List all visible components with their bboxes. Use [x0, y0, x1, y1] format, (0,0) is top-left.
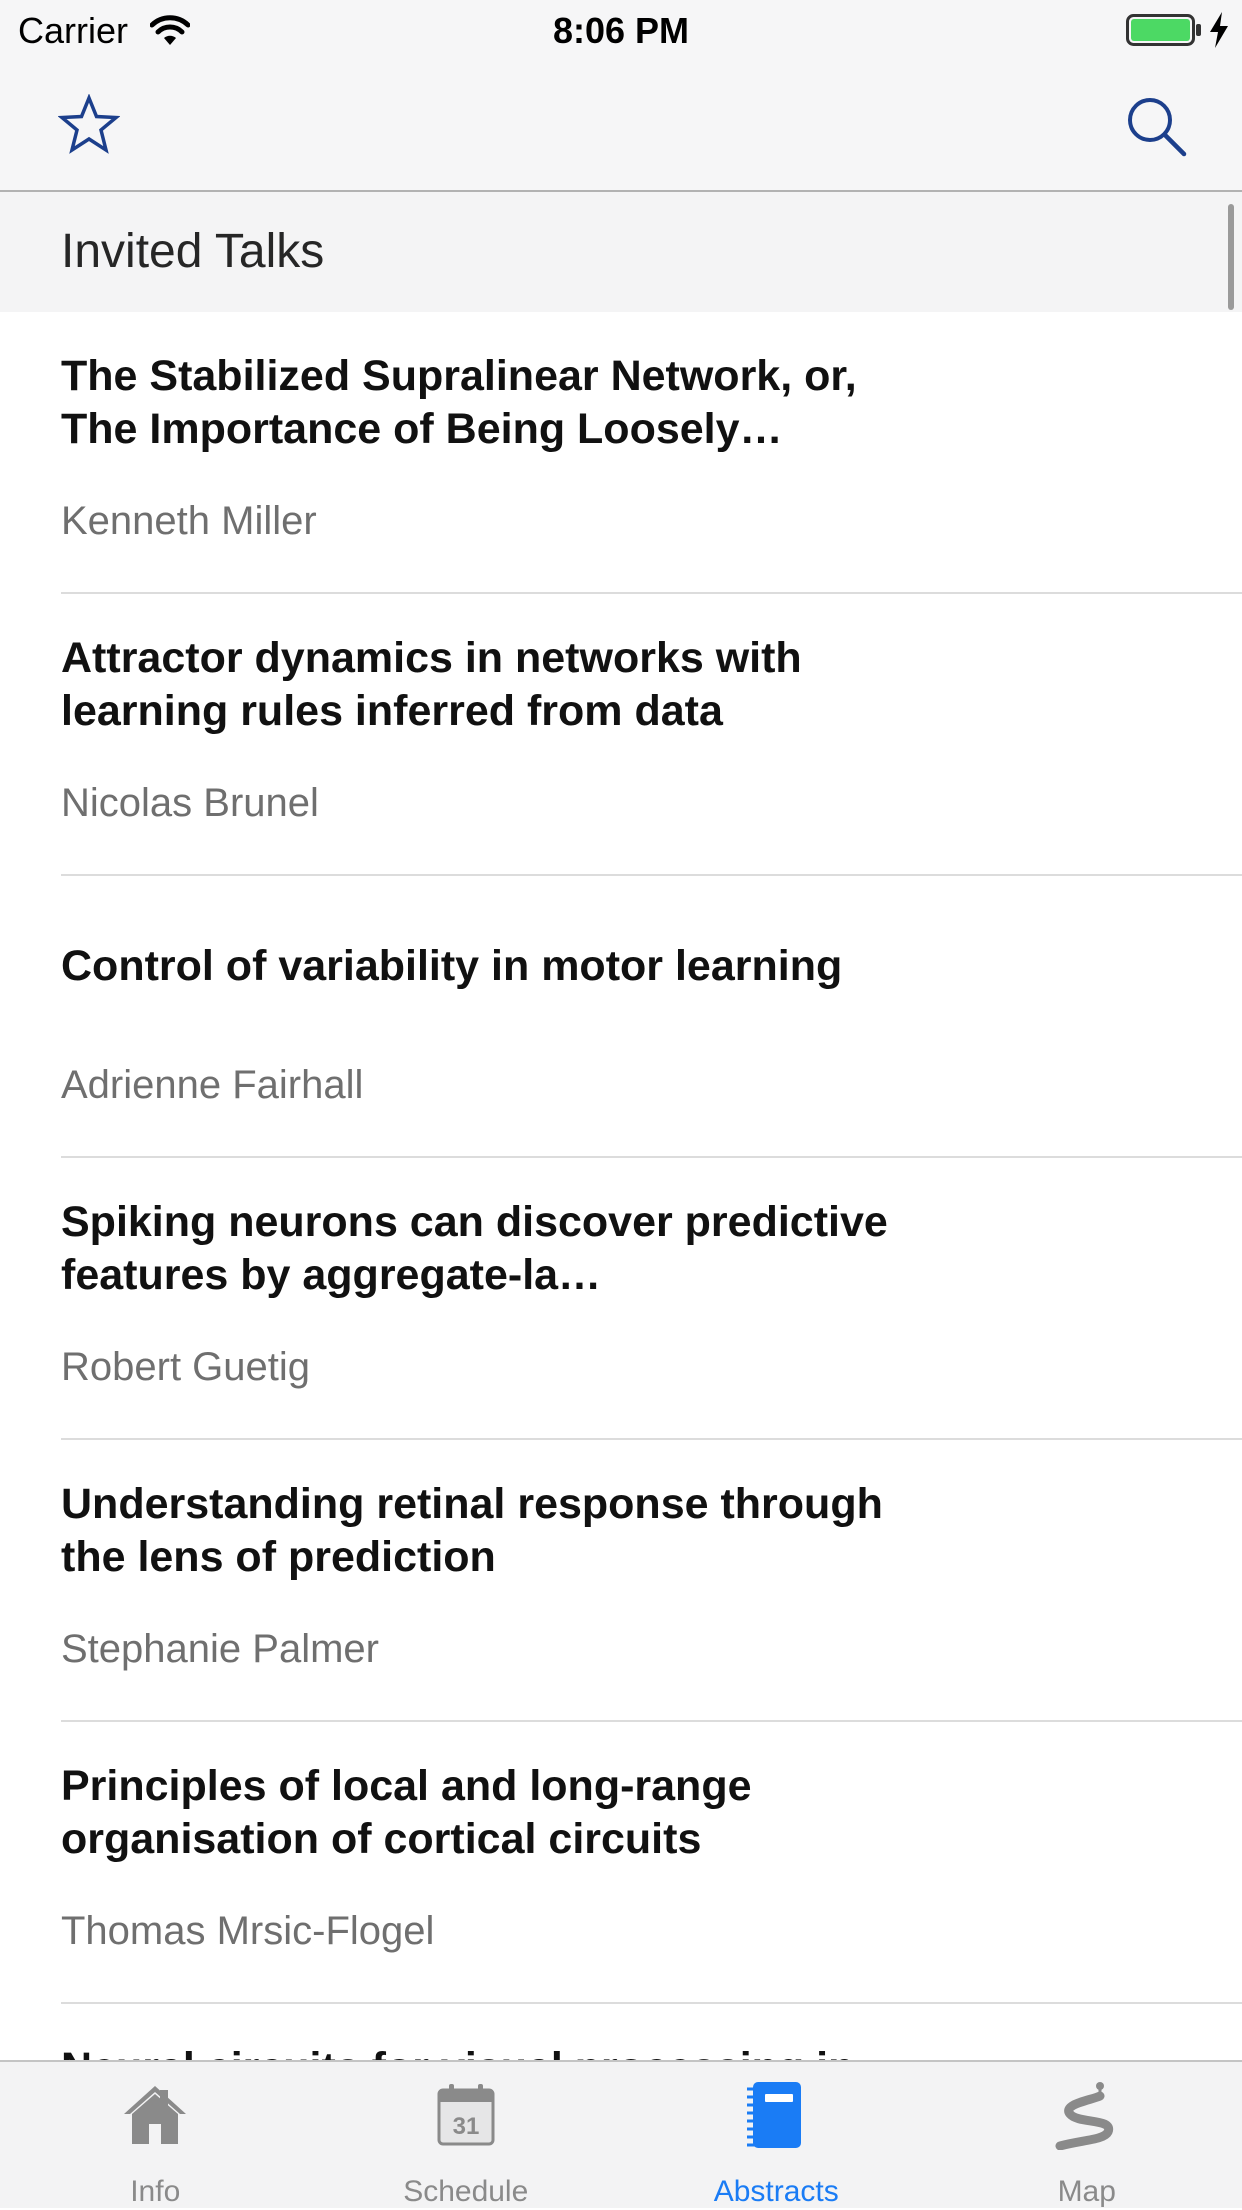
- tab-bar: Info 31 Schedule Abstracts Map: [0, 2060, 1242, 2208]
- battery-icon: [1126, 14, 1202, 46]
- list-item[interactable]: Neural circuits for visual processing in: [0, 2004, 1242, 2060]
- talk-title: Attractor dynamics in networks with lear…: [61, 632, 921, 738]
- talk-author: Kenneth Miller: [61, 496, 317, 546]
- talks-list: The Stabilized Supralinear Network, or, …: [0, 312, 1242, 2060]
- list-item[interactable]: Principles of local and long-range organ…: [0, 1722, 1242, 2004]
- talk-title: Spiking neurons can discover predictive …: [61, 1196, 921, 1302]
- talk-title: Control of variability in motor learning: [61, 940, 921, 993]
- tab-abstracts[interactable]: Abstracts: [621, 2062, 932, 2208]
- talk-author: Thomas Mrsic-Flogel: [61, 1906, 434, 1956]
- search-icon[interactable]: [1124, 94, 1188, 158]
- status-time: 8:06 PM: [0, 8, 1242, 54]
- list-item[interactable]: Control of variability in motor learning…: [0, 876, 1242, 1158]
- tab-label: Abstracts: [621, 2174, 932, 2210]
- list-item[interactable]: Spiking neurons can discover predictive …: [0, 1158, 1242, 1440]
- talk-title: Understanding retinal response through t…: [61, 1478, 921, 1584]
- list-item[interactable]: Attractor dynamics in networks with lear…: [0, 594, 1242, 876]
- talk-title: Principles of local and long-range organ…: [61, 1760, 921, 1866]
- tab-info[interactable]: Info: [0, 2062, 311, 2208]
- talk-title: Neural circuits for visual processing in: [61, 2042, 921, 2060]
- section-header: Invited Talks: [0, 192, 1242, 312]
- list-item[interactable]: The Stabilized Supralinear Network, or, …: [0, 312, 1242, 594]
- tab-label: Map: [932, 2174, 1242, 2210]
- talk-author: Nicolas Brunel: [61, 778, 319, 828]
- talks-list-view[interactable]: Invited Talks The Stabilized Supralinear…: [0, 192, 1242, 2060]
- section-title: Invited Talks: [61, 222, 324, 282]
- status-bar: Carrier 8:06 PM: [0, 0, 1242, 60]
- map-route-icon: [1052, 2080, 1122, 2150]
- talk-author: Robert Guetig: [61, 1342, 310, 1392]
- list-item[interactable]: Understanding retinal response through t…: [0, 1440, 1242, 1722]
- talk-author: Adrienne Fairhall: [61, 1060, 363, 1110]
- home-icon: [120, 2080, 190, 2150]
- calendar-day-number: 31: [452, 2113, 479, 2140]
- talk-title: The Stabilized Supralinear Network, or, …: [61, 350, 921, 456]
- calendar-icon: 31: [431, 2080, 501, 2150]
- navigation-bar: [0, 60, 1242, 192]
- tab-schedule[interactable]: 31 Schedule: [311, 2062, 622, 2208]
- star-outline-icon[interactable]: [58, 94, 120, 156]
- tab-label: Schedule: [311, 2174, 622, 2210]
- talk-author: Stephanie Palmer: [61, 1624, 379, 1674]
- tab-label: Info: [0, 2174, 311, 2210]
- charging-bolt-icon: [1208, 12, 1230, 48]
- scroll-indicator[interactable]: [1228, 204, 1234, 310]
- tab-map[interactable]: Map: [932, 2062, 1242, 2208]
- notebook-icon: [741, 2080, 811, 2150]
